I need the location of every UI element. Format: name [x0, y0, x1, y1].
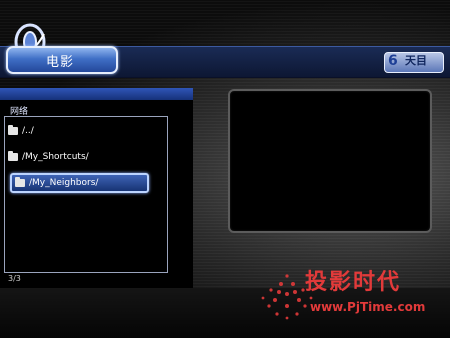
- preview-window: [228, 89, 432, 233]
- brand-logo-icon: 6: [388, 53, 398, 69]
- list-item-my-shortcuts[interactable]: /My_Shortcuts/: [8, 150, 148, 164]
- folder-icon: [8, 125, 18, 135]
- watermark-url: www.PjTime.com: [310, 300, 426, 314]
- folder-icon: [8, 151, 18, 161]
- folder-icon: [15, 177, 25, 187]
- page-counter: 3/3: [8, 274, 21, 283]
- list-item-parent[interactable]: /../: [8, 124, 148, 138]
- list-item-label: /../: [22, 126, 34, 136]
- list-item-my-neighbors[interactable]: /My_Neighbors/: [10, 173, 149, 193]
- brand-name: 天目: [405, 54, 427, 67]
- watermark-title: 投影时代: [305, 270, 402, 295]
- list-item-label: /My_Shortcuts/: [22, 152, 89, 162]
- page-title: 电影: [46, 55, 75, 70]
- folder-list: [4, 116, 168, 273]
- list-item-label: /My_Neighbors/: [29, 178, 99, 188]
- panel-header-strip: [0, 88, 193, 100]
